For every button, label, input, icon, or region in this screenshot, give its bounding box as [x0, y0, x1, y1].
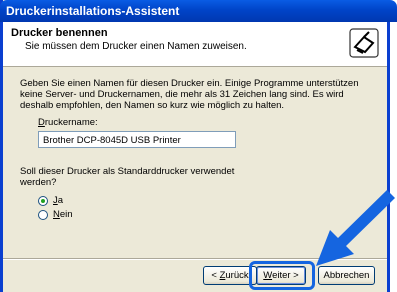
printer-wizard-icon	[349, 28, 379, 58]
radio-no[interactable]: Nein	[38, 209, 73, 220]
header-subtitle: Sie müssen dem Drucker einen Namen zuwei…	[25, 41, 247, 52]
arrow-icon	[316, 190, 395, 266]
radio-yes-label: Ja	[53, 195, 64, 206]
radio-no-indicator[interactable]	[38, 209, 48, 220]
printer-name-label: Druckername:	[38, 117, 98, 128]
radio-yes[interactable]: Ja	[38, 195, 63, 206]
next-button-highlight	[249, 261, 315, 290]
printer-name-input[interactable]: Brother DCP-8045D USB Printer	[38, 131, 236, 148]
default-printer-question: Soll dieser Drucker als Standarddrucker …	[20, 166, 235, 188]
radio-yes-indicator[interactable]	[38, 195, 48, 206]
cancel-button[interactable]: Abbrechen	[318, 266, 375, 285]
instruction-text: Geben Sie einen Namen für diesen Drucker…	[20, 78, 359, 111]
wizard-header: Drucker benennen Sie müssen dem Drucker …	[3, 22, 387, 67]
title-bar: Druckerinstallations-Assistent	[0, 0, 397, 22]
header-title: Drucker benennen	[11, 27, 108, 39]
window-title: Druckerinstallations-Assistent	[6, 4, 180, 18]
radio-no-label: Nein	[53, 209, 73, 220]
